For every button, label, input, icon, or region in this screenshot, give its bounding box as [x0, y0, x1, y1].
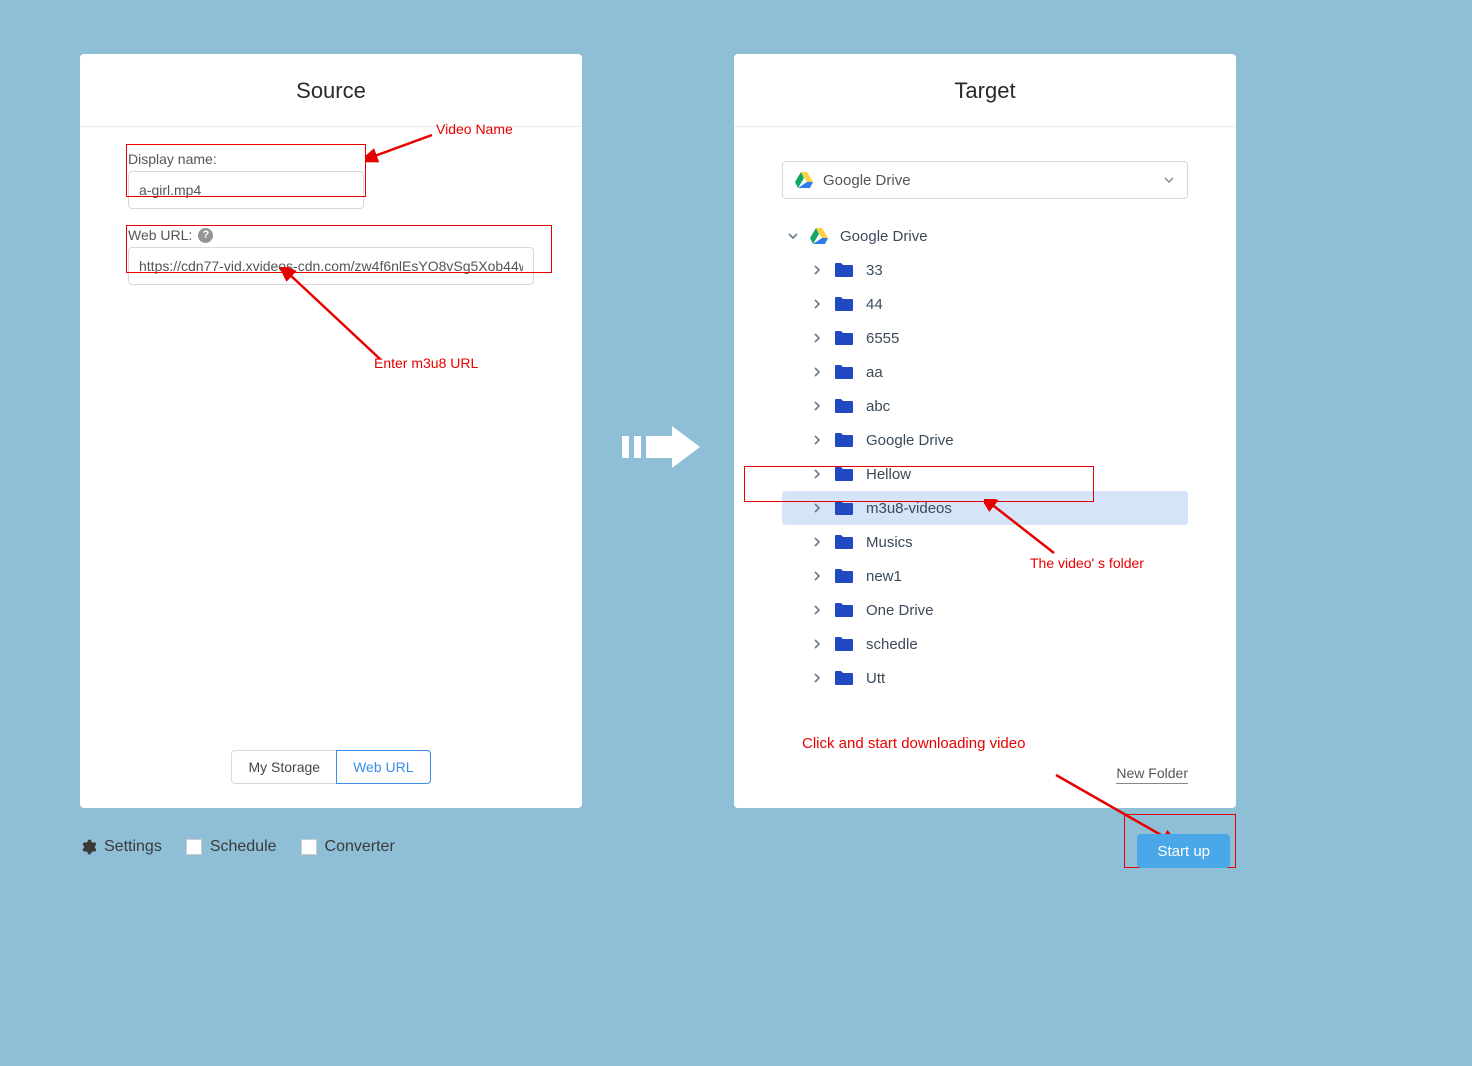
chevron-down-icon: [1163, 174, 1175, 186]
google-drive-icon: [810, 228, 828, 244]
tree-folder-label: schedle: [866, 636, 918, 653]
tab-my-storage[interactable]: My Storage: [231, 750, 336, 784]
annotation-enter-url: Enter m3u8 URL: [374, 355, 478, 371]
chevron-right-icon: [810, 399, 824, 413]
folder-icon: [834, 398, 854, 414]
schedule-label: Schedule: [210, 838, 277, 856]
annotation-click-start: Click and start downloading video: [802, 735, 1025, 752]
tree-folder-label: 6555: [866, 330, 899, 347]
tree-folder-label: Musics: [866, 534, 913, 551]
settings-label: Settings: [104, 838, 162, 856]
checkbox-icon: [186, 839, 202, 855]
tree-folder-label: abc: [866, 398, 890, 415]
chevron-right-icon: [810, 263, 824, 277]
tree-folder-abc[interactable]: abc: [782, 389, 1188, 423]
tree-folder-label: aa: [866, 364, 883, 381]
folder-icon: [834, 602, 854, 618]
target-panel: Target Google Drive: [734, 54, 1236, 808]
source-title: Source: [80, 54, 582, 127]
drive-select[interactable]: Google Drive: [782, 161, 1188, 199]
tree-folder-label: Google Drive: [866, 432, 954, 449]
web-url-label: Web URL: ?: [128, 227, 534, 243]
converter-label: Converter: [325, 838, 395, 856]
google-drive-icon: [795, 172, 813, 188]
chevron-right-icon: [810, 365, 824, 379]
chevron-right-icon: [810, 569, 824, 583]
transfer-arrow-icon: [622, 424, 702, 470]
folder-icon: [834, 364, 854, 380]
tree-folder-schedle[interactable]: schedle: [782, 627, 1188, 661]
display-name-input[interactable]: [128, 171, 364, 209]
chevron-right-icon: [810, 535, 824, 549]
start-up-button[interactable]: Start up: [1137, 834, 1230, 868]
tree-folder-one-drive[interactable]: One Drive: [782, 593, 1188, 627]
tree-folder-label: new1: [866, 568, 902, 585]
folder-icon: [834, 330, 854, 346]
tree-folder-44[interactable]: 44: [782, 287, 1188, 321]
folder-icon: [834, 466, 854, 482]
folder-icon: [834, 432, 854, 448]
folder-icon: [834, 568, 854, 584]
chevron-right-icon: [810, 331, 824, 345]
tree-folder-google-drive[interactable]: Google Drive: [782, 423, 1188, 457]
folder-icon: [834, 670, 854, 686]
chevron-right-icon: [810, 501, 824, 515]
schedule-toggle[interactable]: Schedule: [186, 838, 277, 856]
settings-button[interactable]: Settings: [80, 838, 162, 856]
folder-icon: [834, 500, 854, 516]
tree-folder-musics[interactable]: Musics: [782, 525, 1188, 559]
tree-root-label: Google Drive: [840, 228, 928, 245]
folder-icon: [834, 262, 854, 278]
help-icon[interactable]: ?: [198, 228, 213, 243]
folder-tree: Google Drive 33 44 6555 aa abc Google Drive He…: [782, 219, 1188, 695]
chevron-right-icon: [810, 467, 824, 481]
folder-icon: [834, 636, 854, 652]
tree-folder-33[interactable]: 33: [782, 253, 1188, 287]
display-name-label: Display name:: [128, 151, 534, 167]
new-folder-link[interactable]: New Folder: [1116, 765, 1188, 784]
gear-icon: [80, 839, 96, 855]
tree-folder-label: Utt: [866, 670, 885, 687]
tree-folder-label: Hellow: [866, 466, 911, 483]
chevron-right-icon: [810, 637, 824, 651]
chevron-right-icon: [810, 603, 824, 617]
tab-web-url[interactable]: Web URL: [336, 750, 430, 784]
tree-root-google-drive[interactable]: Google Drive: [782, 219, 1188, 253]
target-title: Target: [734, 54, 1236, 127]
tree-folder-label: 44: [866, 296, 883, 313]
tree-folder-6555[interactable]: 6555: [782, 321, 1188, 355]
checkbox-icon: [301, 839, 317, 855]
source-panel: Source Display name: Web URL: ? Video Na…: [80, 54, 582, 808]
tree-folder-label: 33: [866, 262, 883, 279]
drive-select-label: Google Drive: [823, 172, 911, 189]
folder-icon: [834, 296, 854, 312]
converter-toggle[interactable]: Converter: [301, 838, 395, 856]
chevron-right-icon: [810, 671, 824, 685]
tree-folder-label: One Drive: [866, 602, 934, 619]
tree-folder-hellow[interactable]: Hellow: [782, 457, 1188, 491]
source-tab-row: My Storage Web URL: [80, 750, 582, 784]
web-url-label-text: Web URL:: [128, 227, 192, 243]
tree-folder-label: m3u8-videos: [866, 500, 952, 517]
chevron-down-icon: [786, 229, 800, 243]
tree-folder-utt[interactable]: Utt: [782, 661, 1188, 695]
chevron-right-icon: [810, 297, 824, 311]
footer-bar: Settings Schedule Converter: [80, 838, 1235, 856]
tree-folder-m3u8-videos[interactable]: m3u8-videos: [782, 491, 1188, 525]
folder-icon: [834, 534, 854, 550]
chevron-right-icon: [810, 433, 824, 447]
tree-folder-new1[interactable]: new1: [782, 559, 1188, 593]
web-url-input[interactable]: [128, 247, 534, 285]
tree-folder-aa[interactable]: aa: [782, 355, 1188, 389]
